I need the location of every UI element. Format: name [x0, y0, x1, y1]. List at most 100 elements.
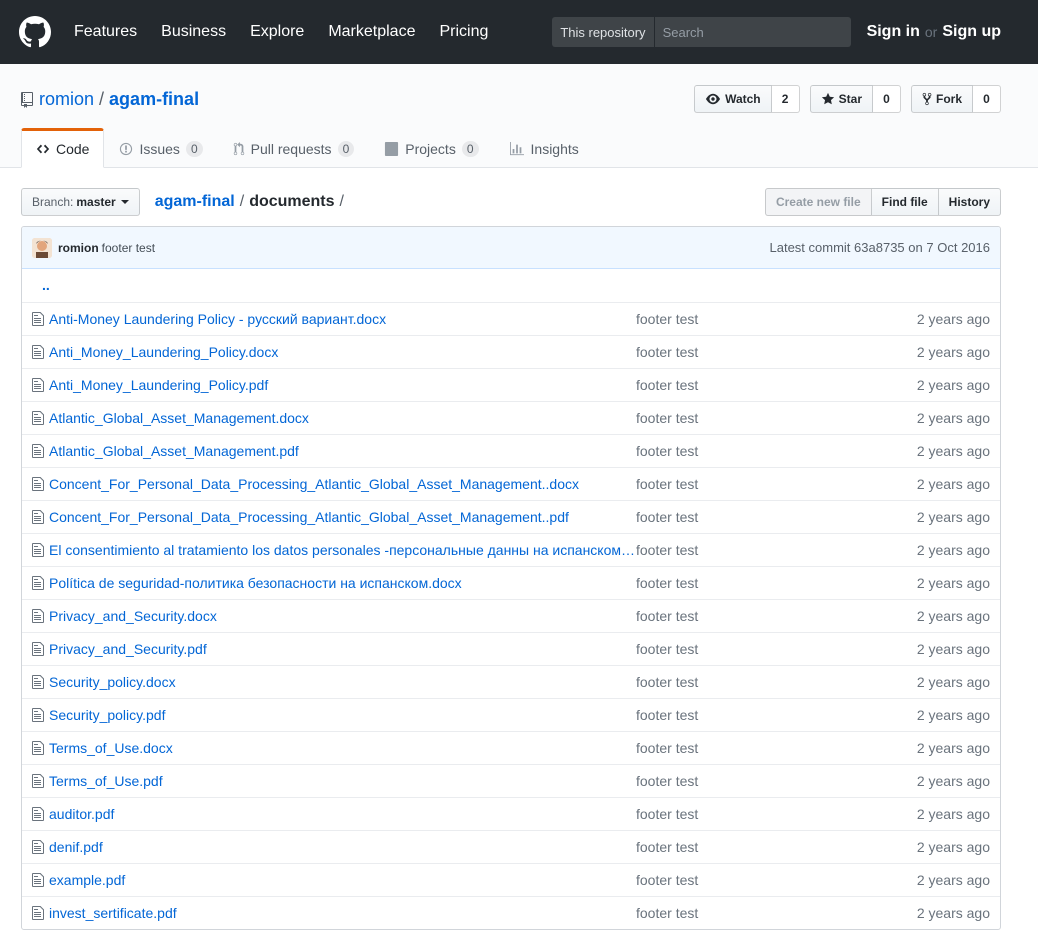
- file-commit-message-link[interactable]: footer test: [636, 608, 698, 624]
- file-commit-message-link[interactable]: footer test: [636, 773, 698, 789]
- file-name-link[interactable]: Privacy_and_Security.pdf: [49, 641, 207, 657]
- file-commit-message-link[interactable]: footer test: [636, 905, 698, 921]
- up-tree-link[interactable]: ..: [22, 277, 50, 293]
- file-icon: [32, 707, 49, 723]
- file-name-link[interactable]: El consentimiento al tratamiento los dat…: [49, 542, 635, 558]
- tab-code-label: Code: [56, 141, 90, 157]
- star-count[interactable]: 0: [872, 85, 901, 113]
- file-commit-message-link[interactable]: footer test: [636, 410, 698, 426]
- fork-button[interactable]: Fork: [910, 85, 973, 113]
- file-commit-message-link[interactable]: footer test: [636, 377, 698, 393]
- file-commit-message-link[interactable]: footer test: [636, 542, 698, 558]
- file-age: 2 years ago: [916, 310, 990, 327]
- file-commit-message-link[interactable]: footer test: [636, 509, 698, 525]
- file-icon: [32, 872, 49, 888]
- project-icon: [385, 142, 399, 156]
- file-name-link[interactable]: Privacy_and_Security.docx: [49, 608, 217, 624]
- github-octocat-icon[interactable]: [19, 16, 51, 48]
- breadcrumb-separator: /: [239, 193, 245, 210]
- file-age: 2 years ago: [916, 739, 990, 756]
- file-commit-message-link[interactable]: footer test: [636, 344, 698, 360]
- file-row: El consentimiento al tratamiento los dat…: [22, 532, 1000, 566]
- file-icon: [32, 311, 49, 327]
- find-file-button[interactable]: Find file: [870, 188, 939, 216]
- file-commit-message-link[interactable]: footer test: [636, 575, 698, 591]
- file-icon: [32, 740, 49, 756]
- repo-name-link[interactable]: agam-final: [109, 89, 199, 110]
- file-name-link[interactable]: Política de seguridad-политика безопасно…: [49, 575, 462, 591]
- file-row: invest_sertificate.pdf footer test 2 years…: [22, 895, 1000, 929]
- avatar[interactable]: [32, 237, 52, 258]
- file-name-link[interactable]: Atlantic_Global_Asset_Management.docx: [49, 410, 309, 426]
- tab-insights[interactable]: Insights: [494, 128, 594, 168]
- commit-sha-link[interactable]: 63a8735: [854, 240, 905, 255]
- file-row: Privacy_and_Security.pdf footer test 2 yea…: [22, 631, 1000, 665]
- file-name-link[interactable]: invest_sertificate.pdf: [49, 905, 177, 921]
- issue-icon: [120, 142, 133, 156]
- tab-code[interactable]: Code: [21, 128, 105, 168]
- file-commit-message-link[interactable]: footer test: [636, 311, 698, 327]
- search-input[interactable]: [654, 17, 851, 47]
- breadcrumb-root-link[interactable]: agam-final: [155, 193, 235, 211]
- file-name-link[interactable]: Atlantic_Global_Asset_Management.pdf: [49, 443, 299, 459]
- file-icon: [32, 476, 49, 492]
- nav-pricing[interactable]: Pricing: [439, 23, 488, 41]
- fork-label: Fork: [935, 92, 962, 106]
- file-name-link[interactable]: Concent_For_Personal_Data_Processing_Atl…: [49, 476, 579, 492]
- file-icon: [32, 773, 49, 789]
- watch-count[interactable]: 2: [771, 85, 800, 113]
- file-name-link[interactable]: Security_policy.docx: [49, 674, 176, 690]
- file-commit-message-link[interactable]: footer test: [636, 476, 698, 492]
- file-icon: [32, 641, 49, 657]
- main-nav: Features Business Explore Marketplace Pr…: [74, 23, 512, 41]
- file-row: Atlantic_Global_Asset_Management.docx foo…: [22, 400, 1000, 434]
- file-row: Anti_Money_Laundering_Policy.pdf footer t…: [22, 367, 1000, 401]
- file-commit-message-link[interactable]: footer test: [636, 674, 698, 690]
- tab-issues[interactable]: Issues 0: [104, 128, 217, 168]
- watch-button[interactable]: Watch: [694, 85, 772, 113]
- fork-icon: [922, 92, 932, 106]
- create-new-file-button[interactable]: Create new file: [764, 188, 872, 216]
- search-scope-badge[interactable]: This repository: [552, 17, 655, 47]
- file-commit-message-link[interactable]: footer test: [636, 641, 698, 657]
- breadcrumb-trailing-separator: /: [339, 193, 344, 210]
- file-name-link[interactable]: Terms_of_Use.docx: [49, 740, 173, 756]
- pull-request-icon: [233, 142, 244, 156]
- commit-author-link[interactable]: romion: [58, 241, 99, 255]
- file-actions: Create new file Find file History: [764, 188, 1001, 216]
- nav-business[interactable]: Business: [161, 23, 226, 41]
- fork-count[interactable]: 0: [973, 85, 1001, 113]
- nav-features[interactable]: Features: [74, 23, 137, 41]
- file-name-link[interactable]: Anti_Money_Laundering_Policy.pdf: [49, 377, 268, 393]
- nav-marketplace[interactable]: Marketplace: [328, 23, 415, 41]
- tab-projects[interactable]: Projects 0: [369, 128, 493, 168]
- branch-select-button[interactable]: Branch: master: [21, 188, 140, 216]
- commit-message-link[interactable]: footer test: [102, 241, 155, 255]
- file-name-link[interactable]: example.pdf: [49, 872, 125, 888]
- file-commit-message-link[interactable]: footer test: [636, 839, 698, 855]
- file-name-link[interactable]: denif.pdf: [49, 839, 103, 855]
- nav-explore[interactable]: Explore: [250, 23, 304, 41]
- file-name-link[interactable]: Anti_Money_Laundering_Policy.docx: [49, 344, 278, 360]
- file-name-link[interactable]: Anti-Money Laundering Policy - русский в…: [49, 311, 386, 327]
- file-commit-message-link[interactable]: footer test: [636, 872, 698, 888]
- file-table: .. Anti-Money Laundering Policy - русски…: [22, 269, 1000, 929]
- file-commit-message-link[interactable]: footer test: [636, 443, 698, 459]
- breadcrumb: agam-final / documents /: [155, 193, 349, 211]
- file-name-link[interactable]: Security_policy.pdf: [49, 707, 165, 723]
- file-commit-message-link[interactable]: footer test: [636, 707, 698, 723]
- sign-up-link[interactable]: Sign up: [942, 23, 1001, 41]
- file-commit-message-link[interactable]: footer test: [636, 740, 698, 756]
- file-name-link[interactable]: Concent_For_Personal_Data_Processing_Atl…: [49, 509, 569, 525]
- file-name-link[interactable]: auditor.pdf: [49, 806, 114, 822]
- star-button[interactable]: Star: [809, 85, 873, 113]
- sign-in-link[interactable]: Sign in: [867, 23, 920, 41]
- repo-owner-link[interactable]: romion: [39, 89, 94, 110]
- file-commit-message-link[interactable]: footer test: [636, 806, 698, 822]
- history-button[interactable]: History: [937, 188, 1001, 216]
- file-age: 2 years ago: [916, 343, 990, 360]
- tab-pull-requests[interactable]: Pull requests 0: [218, 128, 370, 168]
- file-icon: [32, 443, 49, 459]
- file-row: Concent_For_Personal_Data_Processing_Atl…: [22, 499, 1000, 533]
- file-name-link[interactable]: Terms_of_Use.pdf: [49, 773, 163, 789]
